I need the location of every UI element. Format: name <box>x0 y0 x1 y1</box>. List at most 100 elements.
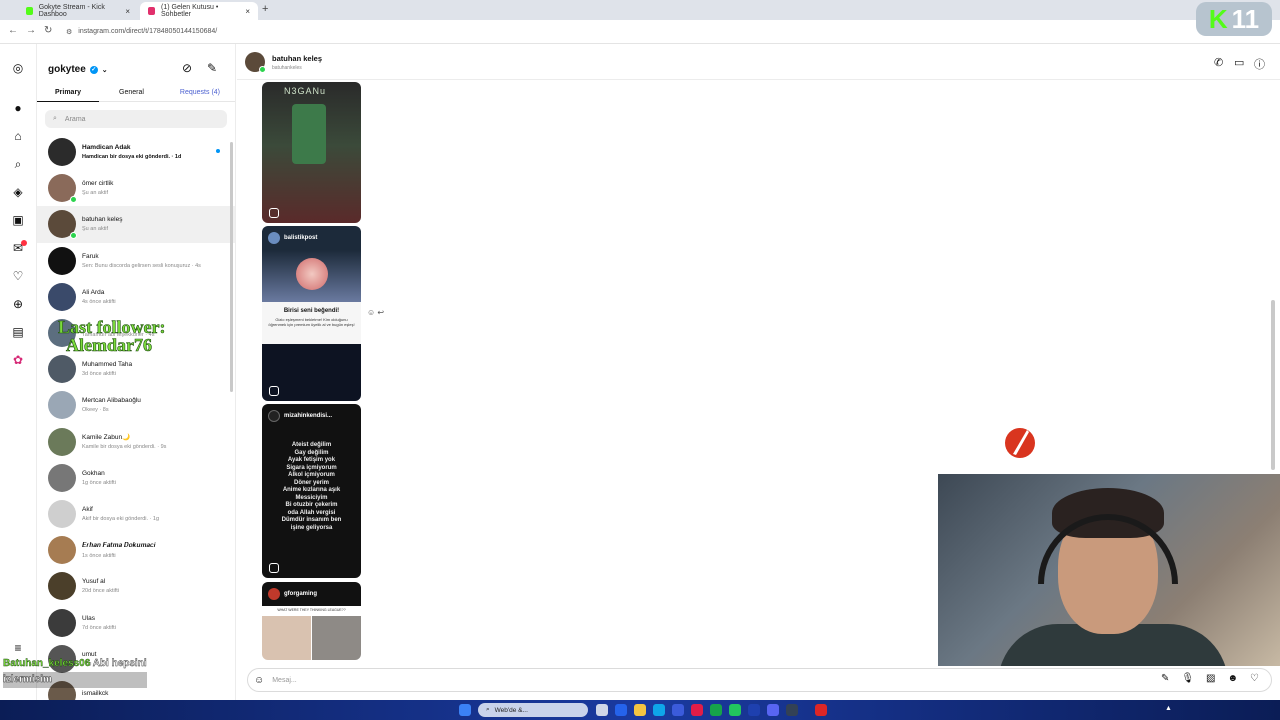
app-icon[interactable] <box>691 704 703 716</box>
site-info-icon[interactable]: ⚙ <box>66 28 72 36</box>
conversation-item[interactable]: Yusuf al 20d önce aktifti <box>37 568 235 604</box>
tab-primary[interactable]: Primary <box>55 89 81 96</box>
phone-icon[interactable]: ✆ <box>1214 56 1223 69</box>
reply-icon[interactable]: ↩ <box>377 308 384 317</box>
conversation-item[interactable]: Kamile Zabun🌙 Kamile bir dosya eki gönder… <box>37 424 235 460</box>
back-icon[interactable]: ← <box>8 25 18 36</box>
conversation-item[interactable]: Gokhan 1g önce aktifti <box>37 460 235 496</box>
notes-off-icon[interactable]: ⊘ <box>182 61 192 75</box>
app-icon[interactable] <box>615 704 627 716</box>
chat-overlay-user: Batuhan_keless06 <box>3 658 91 669</box>
tab-title: Gokyte Stream - Kick Dashboo <box>38 4 105 18</box>
conversation-item[interactable]: Mertcan Alibabaoğlu Okeey · 8s <box>37 387 235 423</box>
chevron-down-icon[interactable]: ⌄ <box>102 66 108 74</box>
conversation-item[interactable]: Ali Arda 4s önce aktifti <box>37 279 235 315</box>
last-follower-name: Alemdar76 <box>66 335 153 355</box>
conversation-item[interactable]: Akif Akif bir dosya eki gönderdi. · 1g <box>37 496 235 532</box>
reel-caption: WHAT WERE THEY THINKING LEAGUE?? <box>277 608 346 612</box>
tab-requests[interactable]: Requests (4) <box>180 89 220 96</box>
search-input[interactable]: ⌕ Arama <box>45 110 227 128</box>
search-icon[interactable]: ⌕ <box>10 156 26 172</box>
home-icon[interactable]: ⌂ <box>10 128 26 144</box>
dashboard-icon[interactable]: ▤ <box>10 324 26 340</box>
conversation-preview: 20d önce aktifti <box>82 588 119 595</box>
tab-general[interactable]: General <box>119 89 144 96</box>
menu-icon[interactable]: ≡ <box>10 640 26 656</box>
message-composer[interactable]: ☺ Mesaj... ✎ 🎙 ▨ ☻ ♡ <box>247 668 1272 692</box>
xbox-icon[interactable] <box>729 704 741 716</box>
message-actions: ☺ ↩ <box>367 308 384 317</box>
steam-icon[interactable] <box>748 704 760 716</box>
like-heart-icon[interactable]: ♡ <box>1250 673 1259 684</box>
shared-reel[interactable]: balistikpost Birisi seni beğendi! Gizio … <box>262 226 361 401</box>
search-icon: ⌕ <box>53 115 57 122</box>
tab-close-icon[interactable]: × <box>125 7 130 16</box>
windows-taskbar: ⌕ Web'de &... ▲ <box>0 700 1280 720</box>
conversation-name: Gokhan <box>82 469 105 477</box>
app-icon[interactable] <box>786 704 798 716</box>
browser-tabstrip: Gokyte Stream - Kick Dashboo × (1) Gelen… <box>0 0 1280 20</box>
react-emoji-icon[interactable]: ☺ <box>367 308 375 317</box>
conversation-name: ömer cirtlik <box>82 180 114 188</box>
create-plus-icon[interactable]: ⊕ <box>10 296 26 312</box>
conversation-preview: Sen: Bunu discorda gelirsen sesli konuşu… <box>82 262 201 269</box>
instagram-logo-icon[interactable]: ◎ <box>10 60 26 76</box>
text-effects-icon[interactable]: ✎ <box>1161 673 1169 684</box>
chrome-icon[interactable] <box>710 704 722 716</box>
taskbar-search[interactable]: ⌕ Web'de &... <box>478 703 588 717</box>
obs-icon[interactable] <box>815 704 827 716</box>
chat-avatar[interactable] <box>245 52 266 73</box>
sticker-icon[interactable]: ☻ <box>1228 673 1239 684</box>
reload-icon[interactable]: ↻ <box>44 25 52 36</box>
profile-avatar-icon[interactable]: ● <box>10 100 26 116</box>
explore-icon[interactable]: ◈ <box>10 184 26 200</box>
reels-icon[interactable]: ▣ <box>10 212 26 228</box>
chat-username: batuhankeles <box>272 65 302 71</box>
microphone-icon[interactable]: 🎙 <box>1181 673 1194 684</box>
new-tab-button[interactable]: + <box>262 3 268 15</box>
browser-tab-instagram[interactable]: (1) Gelen Kutusu • Sohbetler × <box>140 2 258 20</box>
video-call-icon[interactable]: ▭ <box>1234 56 1244 69</box>
notifications-heart-icon[interactable]: ♡ <box>10 268 26 284</box>
shared-reel[interactable]: mizahinkendisi... Ateist değilim Gay değ… <box>262 404 361 578</box>
edge-icon[interactable] <box>653 704 665 716</box>
conversation-item[interactable]: 𝑬𝒓𝒉𝒂𝒏 𝑭𝒂𝒕𝒎𝒂 𝑫𝒐𝒌𝒖𝒎𝒂𝒄𝒊 1s önce aktifti <box>37 532 235 568</box>
tab-close-icon[interactable]: × <box>245 7 250 16</box>
chat-scrollbar[interactable] <box>1271 300 1275 470</box>
inbox-tabs: Primary General Requests (4) <box>37 84 235 102</box>
inbox-username[interactable]: gokytee ✓ ⌄ <box>48 64 108 75</box>
avatar <box>48 282 76 311</box>
tab-title: (1) Gelen Kutusu • Sohbetler <box>161 4 219 18</box>
conversation-item[interactable]: Hamdican Adak Hamdican bir dosya eki gönd… <box>37 134 235 170</box>
discord-icon[interactable] <box>767 704 779 716</box>
browser-tab-kick[interactable]: Gokyte Stream - Kick Dashboo × <box>18 2 138 20</box>
start-windows-icon[interactable] <box>459 704 471 716</box>
conversation-item[interactable]: Ulas 7d önce aktifti <box>37 604 235 640</box>
image-icon[interactable]: ▨ <box>1206 673 1215 684</box>
conversation-preview: 1s önce aktifti <box>82 552 116 559</box>
conversation-item[interactable]: batuhan keleş Şu an aktif <box>37 206 235 243</box>
task-view-icon[interactable] <box>596 704 608 716</box>
conversation-item[interactable]: ömer cirtlik Şu an aktif <box>37 170 235 206</box>
shared-reel[interactable]: N3GANu <box>262 82 361 223</box>
chat-overlay-message-2: izlermisim <box>3 672 147 688</box>
conversation-preview: 4s önce aktifti <box>82 298 116 305</box>
app-icon[interactable] <box>672 704 684 716</box>
forward-icon[interactable]: → <box>26 25 36 36</box>
inbox-scrollbar[interactable] <box>230 142 233 392</box>
meta-ai-icon[interactable]: ✿ <box>10 352 26 368</box>
reel-header: mizahinkendisi... <box>262 404 361 428</box>
conversation-item[interactable]: Muhammed Taha 3d önce aktifti <box>37 351 235 387</box>
url-field[interactable]: ⚙ instagram.com/direct/t/178480501441506… <box>66 24 1186 39</box>
file-explorer-icon[interactable] <box>634 704 646 716</box>
online-indicator <box>259 66 266 73</box>
online-indicator <box>70 196 77 204</box>
new-message-icon[interactable]: ✎ <box>207 61 217 75</box>
shared-reel[interactable]: gforgaming WHAT WERE THEY THINKING LEAGU… <box>262 582 361 660</box>
reel-icon <box>269 563 279 573</box>
chat-name[interactable]: batuhan keleş <box>272 54 322 63</box>
tray-network-icon[interactable]: ▲ <box>1165 705 1172 712</box>
emoji-icon[interactable]: ☺ <box>254 675 264 686</box>
conversation-item[interactable]: Faruk Sen: Bunu discorda gelirsen sesli k… <box>37 243 235 279</box>
info-icon[interactable]: ⓘ <box>1254 56 1265 72</box>
